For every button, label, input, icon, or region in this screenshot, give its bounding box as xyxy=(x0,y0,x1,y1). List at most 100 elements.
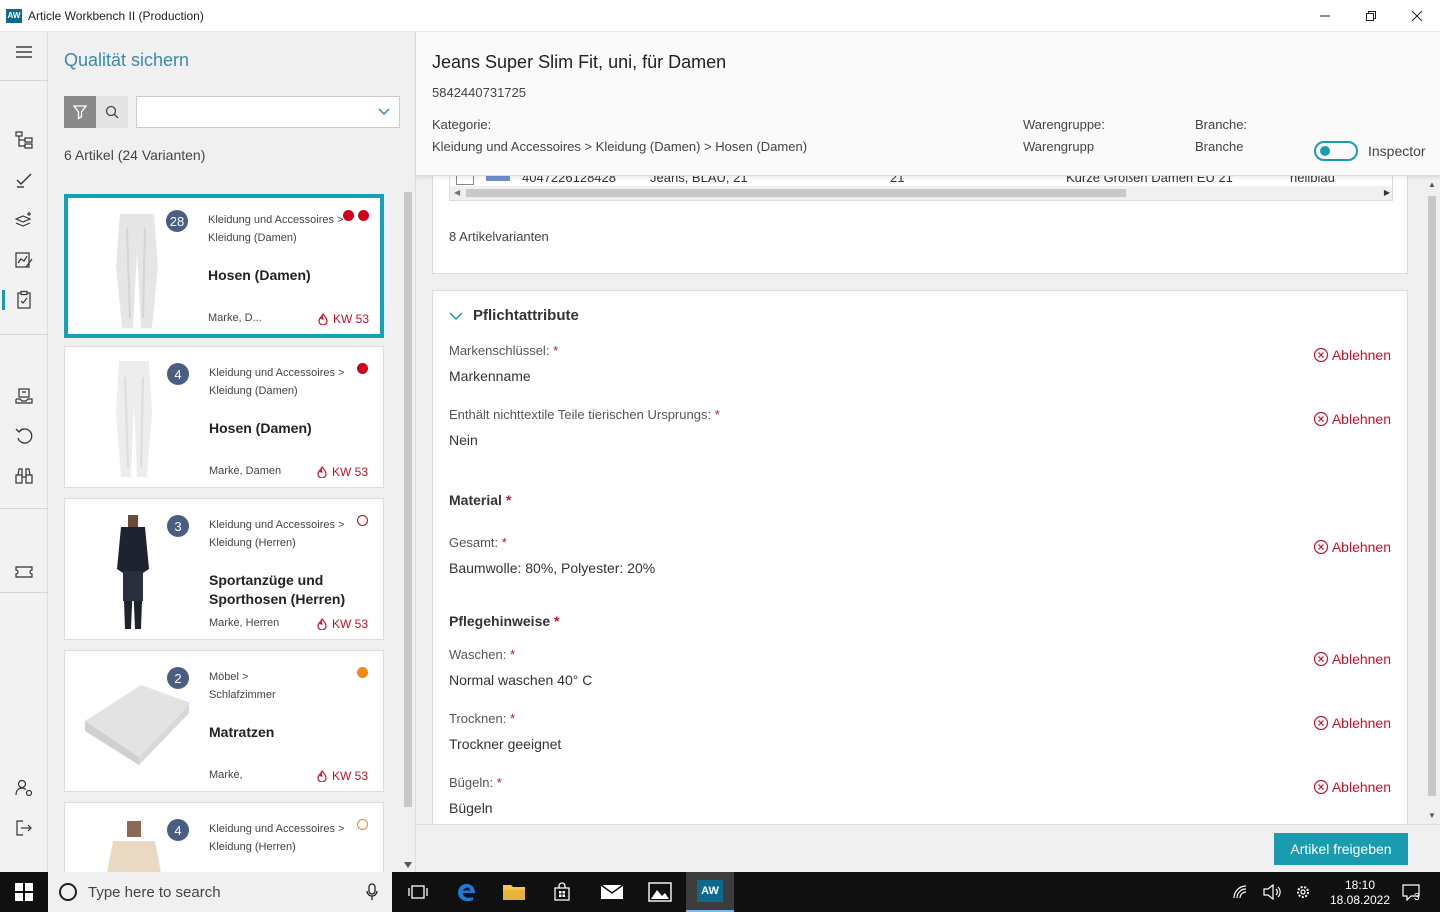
attr-label-tierisch: Enthält nichttextile Teile tierischen Ur… xyxy=(449,407,720,422)
mail-icon xyxy=(600,884,624,899)
filter-button[interactable] xyxy=(64,96,96,128)
inspector-switch[interactable] xyxy=(1314,141,1358,161)
card-title: Matratzen xyxy=(209,724,275,740)
article-card[interactable]: 4 Kleidung und Accessoires > Kleidung (D… xyxy=(64,346,384,488)
list-scrollbar[interactable] xyxy=(401,178,415,872)
file-explorer-button[interactable] xyxy=(490,872,538,912)
inspector-toggle[interactable]: Inspector xyxy=(1314,141,1426,161)
list-scrollbar-thumb[interactable] xyxy=(404,192,412,807)
reject-circle-icon xyxy=(1313,411,1328,427)
row-checkbox[interactable] xyxy=(456,176,474,185)
settings-gear-icon[interactable] xyxy=(1295,884,1311,900)
reject-button[interactable]: Ablehnen xyxy=(1313,779,1391,795)
table-horizontal-scrollbar[interactable]: ◀ ▶ xyxy=(450,186,1392,200)
card-brand: Marke, Damen xyxy=(209,465,282,477)
clock-date: 18.08.2022 xyxy=(1329,893,1391,907)
card-title: Sportanzüge und Sporthosen (Herren) xyxy=(209,572,346,607)
start-button[interactable] xyxy=(0,872,48,912)
fire-icon xyxy=(317,770,327,782)
clock[interactable]: 18:10 18.08.2022 xyxy=(1326,878,1394,908)
nav-item-layers[interactable] xyxy=(0,202,48,238)
filter-dropdown[interactable] xyxy=(136,96,400,128)
notification-count: 3 xyxy=(1414,892,1420,903)
article-card[interactable]: 3 Kleidung und Accessoires > Kleidung (H… xyxy=(64,498,384,640)
detail-header: Jeans Super Slim Fit, uni, für Damen 584… xyxy=(416,32,1440,176)
article-card[interactable]: 4 Kleidung und Accessoires > Kleidung (H… xyxy=(64,802,384,872)
mail-button[interactable] xyxy=(588,872,636,912)
menu-button[interactable] xyxy=(0,34,48,70)
nav-item-check[interactable] xyxy=(0,162,48,198)
chevron-down-icon xyxy=(378,108,390,115)
taskbar-app-aw[interactable]: AW xyxy=(686,872,734,912)
scroll-down-icon[interactable]: ▼ xyxy=(1428,811,1436,820)
volume-icon[interactable] xyxy=(1263,884,1281,900)
scroll-down-arrow-icon[interactable] xyxy=(404,862,412,868)
task-view-button[interactable] xyxy=(394,872,442,912)
menu-icon xyxy=(16,46,32,58)
nav-item-package[interactable] xyxy=(0,378,48,414)
edge-browser-icon xyxy=(458,883,475,902)
network-icon[interactable] xyxy=(1232,884,1248,900)
taskbar-search-box[interactable]: Type here to search xyxy=(48,872,392,912)
article-card[interactable]: 2 Möbel > Schlafzimmer Matratzen Marke, … xyxy=(64,650,384,792)
nav-item-ticket[interactable] xyxy=(0,554,48,590)
photos-button[interactable] xyxy=(636,872,684,912)
reject-button[interactable]: Ablehnen xyxy=(1313,539,1391,555)
scrollbar-thumb[interactable] xyxy=(466,189,1126,197)
scroll-up-icon[interactable]: ▲ xyxy=(1428,180,1436,189)
microphone-icon[interactable] xyxy=(366,883,378,901)
minimize-icon xyxy=(1320,15,1330,17)
filter-icon xyxy=(72,105,88,120)
close-button[interactable] xyxy=(1394,0,1440,32)
variant-ean: 4047226128428 xyxy=(522,176,616,185)
release-article-button[interactable]: Artikel freigeben xyxy=(1274,833,1408,865)
nav-item-logout[interactable] xyxy=(0,810,48,846)
branche-value: Branche xyxy=(1195,139,1244,154)
title-bar: AW Article Workbench II (Production) xyxy=(0,0,1440,32)
store-button[interactable] xyxy=(538,872,586,912)
detail-scrollbar[interactable]: ▲ ▼ xyxy=(1424,176,1440,824)
variant-count-badge: 4 xyxy=(167,819,189,841)
attr-value-buegeln: Bügeln xyxy=(449,800,493,816)
reject-button[interactable]: Ablehnen xyxy=(1313,347,1391,363)
nav-item-analytics[interactable] xyxy=(0,242,48,278)
attr-label-markenschluessel: Markenschlüssel: * xyxy=(449,343,559,358)
search-button[interactable] xyxy=(96,96,128,128)
card-brand: Marke, D... xyxy=(208,312,262,324)
detail-scrollbar-thumb[interactable] xyxy=(1428,196,1436,796)
article-count: 6 Artikel (24 Varianten) xyxy=(64,147,206,163)
fire-icon xyxy=(317,618,327,630)
minimize-button[interactable] xyxy=(1302,0,1348,32)
card-category-line1: Kleidung und Accessoires > xyxy=(209,519,345,531)
variants-table: 4047226128428 Jeans, BLAU, 21 21 Kurze G… xyxy=(449,176,1393,201)
variant-desc: Jeans, BLAU, 21 xyxy=(650,176,748,185)
nav-item-user-settings[interactable] xyxy=(0,770,48,806)
chevron-down-icon xyxy=(449,311,463,320)
attr-label-trocknen: Trocknen: * xyxy=(449,711,516,726)
search-icon xyxy=(105,105,119,119)
inspector-label: Inspector xyxy=(1368,143,1426,159)
reject-button[interactable]: Ablehnen xyxy=(1313,411,1391,427)
scroll-left-icon[interactable]: ◀ xyxy=(454,188,460,197)
reject-button[interactable]: Ablehnen xyxy=(1313,715,1391,731)
attr-value-trocknen: Trockner geeignet xyxy=(449,736,562,752)
status-dots xyxy=(343,210,369,221)
product-title: Jeans Super Slim Fit, uni, für Damen xyxy=(432,52,727,72)
card-category-line1: Kleidung und Accessoires > xyxy=(209,367,345,379)
reject-button[interactable]: Ablehnen xyxy=(1313,651,1391,667)
article-card[interactable]: 28 Kleidung und Accessoires > Kleidung (… xyxy=(64,194,384,338)
status-dots xyxy=(357,819,368,830)
section-header[interactable]: Pflichtattribute xyxy=(449,307,579,324)
scroll-right-icon[interactable]: ▶ xyxy=(1384,188,1390,197)
edge-button[interactable] xyxy=(442,872,490,912)
nav-item-undo[interactable] xyxy=(0,418,48,454)
tree-icon xyxy=(15,131,33,149)
nav-item-tree[interactable] xyxy=(0,122,48,158)
card-week: KW 53 xyxy=(316,465,368,479)
maximize-button[interactable] xyxy=(1348,0,1394,32)
detail-content: 4047226128428 Jeans, BLAU, 21 21 Kurze G… xyxy=(416,176,1440,824)
card-category-line2: Kleidung (Damen) xyxy=(208,232,297,244)
branche-label: Branche: xyxy=(1195,117,1248,132)
nav-item-quality[interactable] xyxy=(0,282,48,318)
nav-item-search-tools[interactable] xyxy=(0,458,48,494)
